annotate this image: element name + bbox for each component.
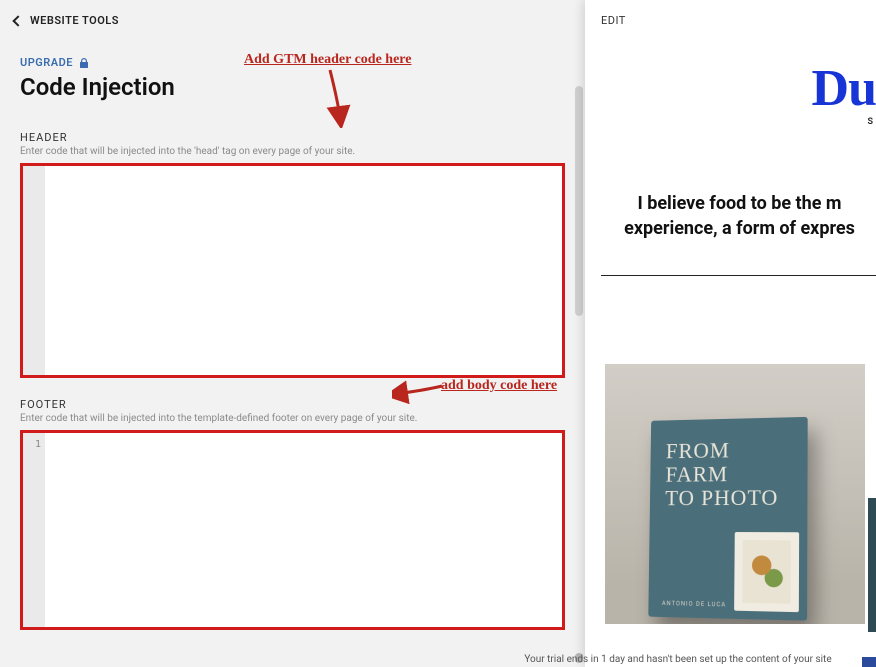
book-photo: [734, 532, 799, 612]
book-cover: FROM FARM TO PHOTO ANTONIO DE LUCA: [648, 417, 807, 621]
hero-text: I believe food to be the m experience, a…: [585, 127, 876, 241]
hero-line-1: I believe food to be the m: [637, 193, 841, 214]
book-title: FROM FARM TO PHOTO: [650, 417, 808, 511]
preview-divider: [601, 275, 876, 276]
annotation-footer-note: add body code here: [441, 378, 557, 394]
site-logo-sub: S: [585, 117, 876, 127]
upgrade-link[interactable]: UPGRADE: [20, 56, 565, 69]
back-label: WEBSITE TOOLS: [30, 14, 119, 27]
settings-panel: WEBSITE TOOLS UPGRADE Code Injection Add…: [0, 0, 585, 667]
book-author: ANTONIO DE LUCA: [662, 600, 726, 608]
footer-code-gutter: 1: [23, 433, 45, 627]
footer-code-box: 1: [20, 430, 565, 630]
scrollbar-thumb[interactable]: [575, 86, 583, 316]
back-link[interactable]: WEBSITE TOOLS: [0, 0, 585, 37]
header-code-gutter: [23, 166, 45, 375]
page-title: Code Injection: [20, 73, 565, 101]
header-section-label: HEADER: [20, 131, 565, 144]
scroll-area: UPGRADE Code Injection Add GTM header co…: [0, 40, 585, 667]
book-title-line-1: FROM FARM: [665, 438, 730, 487]
site-logo-text: Du: [585, 63, 876, 115]
upgrade-label: UPGRADE: [20, 56, 73, 69]
lock-icon: [79, 58, 89, 68]
bottom-accent: [862, 657, 876, 667]
preview-body: Du S I believe food to be the m experien…: [585, 33, 876, 624]
trial-notice: Your trial ends in 1 day and hasn't been…: [500, 654, 856, 665]
edit-button[interactable]: EDIT: [585, 0, 876, 33]
footer-section-help: Enter code that will be injected into th…: [20, 413, 565, 424]
header-section-help: Enter code that will be injected into th…: [20, 146, 565, 157]
side-book-edge: [868, 498, 876, 632]
footer-section-label: FOOTER: [20, 398, 565, 411]
footer-code-input[interactable]: [45, 433, 562, 627]
book-image: FROM FARM TO PHOTO ANTONIO DE LUCA: [605, 364, 865, 624]
header-code-box: [20, 163, 565, 378]
header-code-input[interactable]: [45, 166, 562, 375]
book-title-line-2: TO PHOTO: [665, 485, 778, 510]
hero-line-2: experience, a form of expres: [624, 218, 855, 239]
preview-panel: EDIT Du S I believe food to be the m exp…: [585, 0, 876, 667]
chevron-left-icon: [12, 15, 23, 26]
